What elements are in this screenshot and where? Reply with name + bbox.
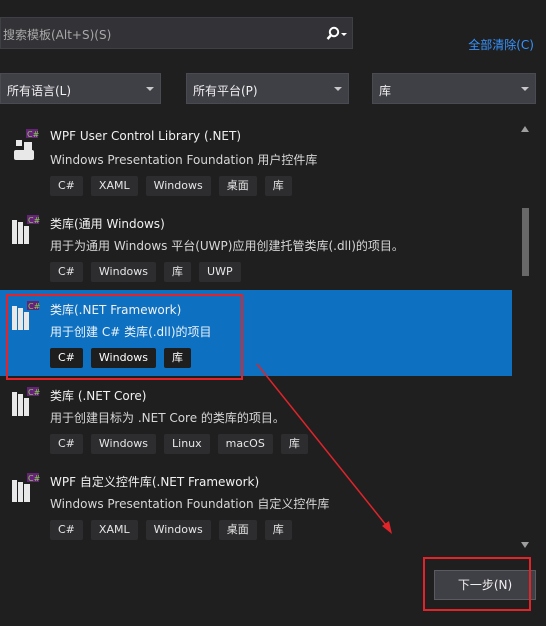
tag-windows: Windows xyxy=(145,520,211,540)
tag-library: 库 xyxy=(280,434,308,454)
tag-windows: Windows xyxy=(90,434,157,454)
scroll-down-arrow-icon[interactable] xyxy=(521,542,529,548)
language-filter-dropdown[interactable]: 所有语言(L) xyxy=(0,73,161,104)
tag-linux: Linux xyxy=(164,434,210,454)
platform-filter-dropdown[interactable]: 所有平台(P) xyxy=(186,73,349,104)
svg-text:C#: C# xyxy=(27,130,40,139)
template-item-wpf-custom-control-library[interactable]: C# WPF 自定义控件库(.NET Framework) Windows Pr… xyxy=(0,462,512,548)
scroll-up-arrow-icon[interactable] xyxy=(521,126,529,132)
svg-text:C#: C# xyxy=(28,388,40,397)
template-title: 类库(通用 Windows) xyxy=(50,217,165,231)
template-tags: C# Windows Linux macOS 库 xyxy=(50,434,308,454)
template-item-wpf-user-control-library[interactable]: C# WPF User Control Library (.NET) Windo… xyxy=(0,118,512,204)
tag-desktop: 桌面 xyxy=(218,176,257,196)
clear-all-link[interactable]: 全部清除(C) xyxy=(468,36,534,53)
tag-library: 库 xyxy=(264,520,292,540)
search-placeholder: 搜索模板(Alt+S)(S) xyxy=(3,28,112,42)
csharp-class-library-icon: C# xyxy=(12,215,40,244)
tag-uwp: UWP xyxy=(199,262,241,282)
template-title: 类库 (.NET Core) xyxy=(50,389,147,403)
chevron-down-icon xyxy=(334,87,342,91)
template-description: 用于为通用 Windows 平台(UWP)应用创建托管类库(.dll)的项目。 xyxy=(50,239,404,253)
search-icon[interactable] xyxy=(324,25,348,43)
template-item-class-library-net-framework[interactable]: C# 类库(.NET Framework) 用于创建 C# 类库(.dll)的项… xyxy=(0,290,512,376)
project-type-filter-dropdown[interactable]: 库 xyxy=(372,73,536,104)
tag-xaml: XAML xyxy=(90,176,138,196)
scrollbar-thumb[interactable] xyxy=(522,208,529,276)
csharp-class-library-icon: C# xyxy=(12,301,40,330)
tag-csharp: C# xyxy=(50,262,83,282)
chevron-down-icon xyxy=(146,87,154,91)
csharp-class-library-icon: C# xyxy=(12,387,40,416)
tag-xaml: XAML xyxy=(90,520,138,540)
next-button[interactable]: 下一步(N) xyxy=(434,570,536,600)
project-type-filter-value: 库 xyxy=(379,84,392,98)
template-description: Windows Presentation Foundation 自定义控件库 xyxy=(50,497,330,511)
svg-text:C#: C# xyxy=(28,302,40,311)
tag-library: 库 xyxy=(164,348,192,368)
csharp-control-library-icon: C# xyxy=(14,129,40,160)
search-box[interactable]: 搜索模板(Alt+S)(S) xyxy=(0,17,353,49)
tag-windows: Windows xyxy=(145,176,211,196)
language-filter-value: 所有语言(L) xyxy=(7,84,72,98)
chevron-down-icon xyxy=(521,87,529,91)
template-tags: C# Windows 库 xyxy=(50,348,192,368)
template-tags: C# XAML Windows 桌面 库 xyxy=(50,520,292,540)
template-item-class-library-uwp[interactable]: C# 类库(通用 Windows) 用于为通用 Windows 平台(UWP)应… xyxy=(0,204,512,290)
template-description: 用于创建 C# 类库(.dll)的项目 xyxy=(50,325,212,339)
svg-text:C#: C# xyxy=(28,474,40,483)
tag-desktop: 桌面 xyxy=(218,520,257,540)
tag-library: 库 xyxy=(264,176,292,196)
template-list-scrollbar[interactable] xyxy=(518,122,532,552)
tag-csharp: C# xyxy=(50,348,83,368)
template-tags: C# XAML Windows 桌面 库 xyxy=(50,176,292,196)
template-list: C# WPF User Control Library (.NET) Windo… xyxy=(0,118,512,558)
svg-text:C#: C# xyxy=(28,216,40,225)
template-item-class-library-net-core[interactable]: C# 类库 (.NET Core) 用于创建目标为 .NET Core 的类库的… xyxy=(0,376,512,462)
tag-windows: Windows xyxy=(90,348,157,368)
tag-csharp: C# xyxy=(50,434,83,454)
template-title: WPF User Control Library (.NET) xyxy=(50,129,242,143)
template-description: 用于创建目标为 .NET Core 的类库的项目。 xyxy=(50,411,285,425)
template-description: Windows Presentation Foundation 用户控件库 xyxy=(50,153,318,167)
tag-csharp: C# xyxy=(50,520,83,540)
tag-csharp: C# xyxy=(50,176,83,196)
csharp-custom-control-library-icon: C# xyxy=(12,473,40,502)
tag-macos: macOS xyxy=(217,434,273,454)
tag-library: 库 xyxy=(164,262,192,282)
template-title: 类库(.NET Framework) xyxy=(50,303,182,317)
platform-filter-value: 所有平台(P) xyxy=(193,84,258,98)
tag-windows: Windows xyxy=(90,262,157,282)
template-title: WPF 自定义控件库(.NET Framework) xyxy=(50,475,260,489)
template-tags: C# Windows 库 UWP xyxy=(50,262,241,282)
